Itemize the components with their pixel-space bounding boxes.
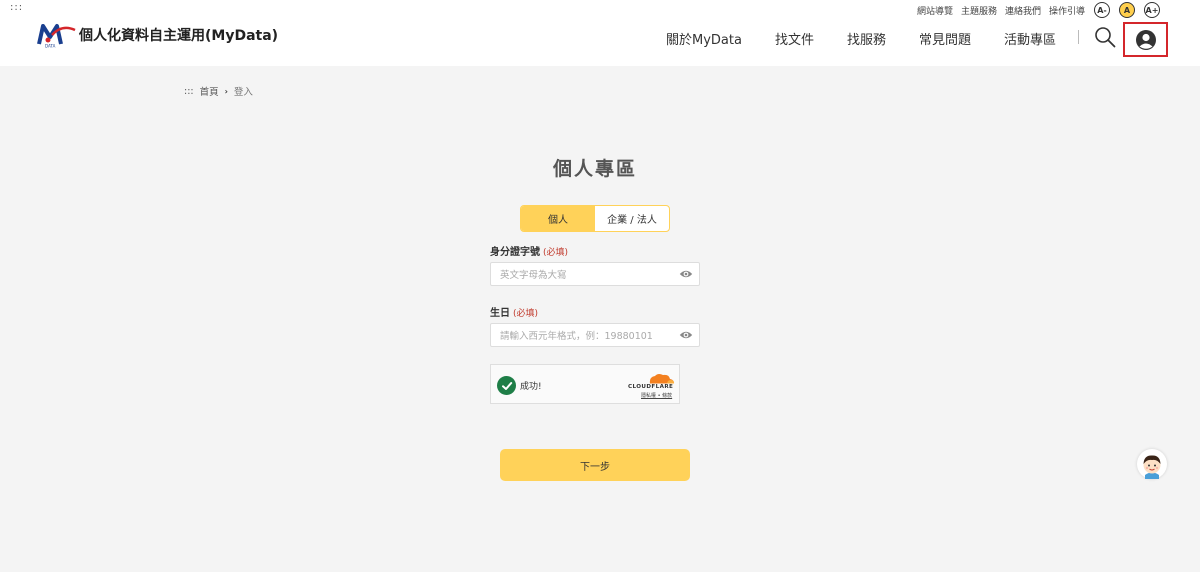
tab-personal[interactable]: 個人	[521, 206, 595, 231]
eye-icon[interactable]	[679, 269, 693, 279]
chevron-right-icon: ›	[224, 86, 228, 96]
cloudflare-cloud-icon	[649, 373, 675, 384]
font-size-small-button[interactable]: A-	[1094, 2, 1110, 18]
next-step-button[interactable]: 下一步	[500, 449, 690, 481]
user-circle-icon	[1135, 29, 1156, 50]
link-guide[interactable]: 操作引導	[1049, 4, 1085, 17]
font-size-medium-button[interactable]: A	[1119, 2, 1135, 18]
nav-faq[interactable]: 常見問題	[919, 29, 971, 48]
link-sitemap[interactable]: 網站導覽	[917, 4, 953, 17]
success-check-icon	[497, 376, 516, 395]
birthday-label-text: 生日	[490, 308, 510, 319]
mydata-logo-icon: DATA	[37, 24, 76, 49]
breadcrumb-home[interactable]: 首頁	[200, 84, 219, 98]
site-title: 個人化資料自主運用(MyData)	[79, 28, 279, 44]
id-number-label-text: 身分證字號	[490, 247, 540, 258]
birthday-field-wrapper	[490, 323, 700, 348]
birthday-required-mark: (必填)	[513, 309, 539, 319]
search-icon	[1095, 27, 1116, 48]
nav-divider	[1078, 30, 1079, 44]
link-contact[interactable]: 連絡我們	[1005, 4, 1041, 17]
login-type-tabs: 個人 企業 / 法人	[520, 205, 670, 232]
link-topic-services[interactable]: 主題服務	[961, 4, 997, 17]
cloudflare-brand: CLOUDFLARE	[628, 384, 674, 390]
id-required-mark: (必填)	[543, 248, 569, 258]
id-number-field-wrapper	[490, 262, 700, 287]
font-size-large-button[interactable]: A+	[1144, 2, 1160, 18]
chatbot-button[interactable]	[1137, 449, 1167, 479]
chatbot-avatar-icon	[1143, 455, 1161, 479]
accesskey-top[interactable]: :::	[10, 2, 23, 13]
nav-services[interactable]: 找服務	[847, 29, 886, 48]
eye-icon[interactable]	[679, 330, 693, 340]
utility-links: 網站導覽 主題服務 連絡我們 操作引導 A- A A+	[917, 2, 1160, 18]
site-header: ::: 網站導覽 主題服務 連絡我們 操作引導 A- A A+ DATA 個人化…	[0, 0, 1200, 66]
user-account-button[interactable]	[1123, 22, 1168, 57]
breadcrumb: ::: 首頁 › 登入	[184, 84, 253, 99]
svg-text:DATA: DATA	[45, 44, 56, 49]
main-nav: 關於MyData 找文件 找服務 常見問題 活動專區	[666, 29, 1089, 48]
accesskey-content[interactable]: :::	[184, 86, 194, 97]
captcha-privacy-terms-links[interactable]: 隱私權 • 條款	[641, 392, 672, 399]
id-number-label: 身分證字號 (必填)	[490, 243, 568, 258]
site-logo[interactable]: DATA 個人化資料自主運用(MyData)	[36, 22, 278, 48]
nav-events[interactable]: 活動專區	[1004, 29, 1056, 48]
birthday-input[interactable]	[491, 325, 671, 348]
cloudflare-turnstile-widget[interactable]: 成功! CLOUDFLARE 隱私權 • 條款	[490, 364, 680, 404]
breadcrumb-current: 登入	[233, 87, 253, 98]
birthday-label: 生日 (必填)	[490, 304, 538, 319]
nav-about[interactable]: 關於MyData	[666, 29, 742, 48]
id-number-input[interactable]	[491, 264, 671, 287]
captcha-status: 成功!	[520, 382, 542, 392]
tab-enterprise[interactable]: 企業 / 法人	[595, 206, 669, 231]
page-title: 個人專區	[552, 158, 637, 180]
search-button[interactable]	[1094, 26, 1116, 48]
nav-documents[interactable]: 找文件	[775, 29, 814, 48]
